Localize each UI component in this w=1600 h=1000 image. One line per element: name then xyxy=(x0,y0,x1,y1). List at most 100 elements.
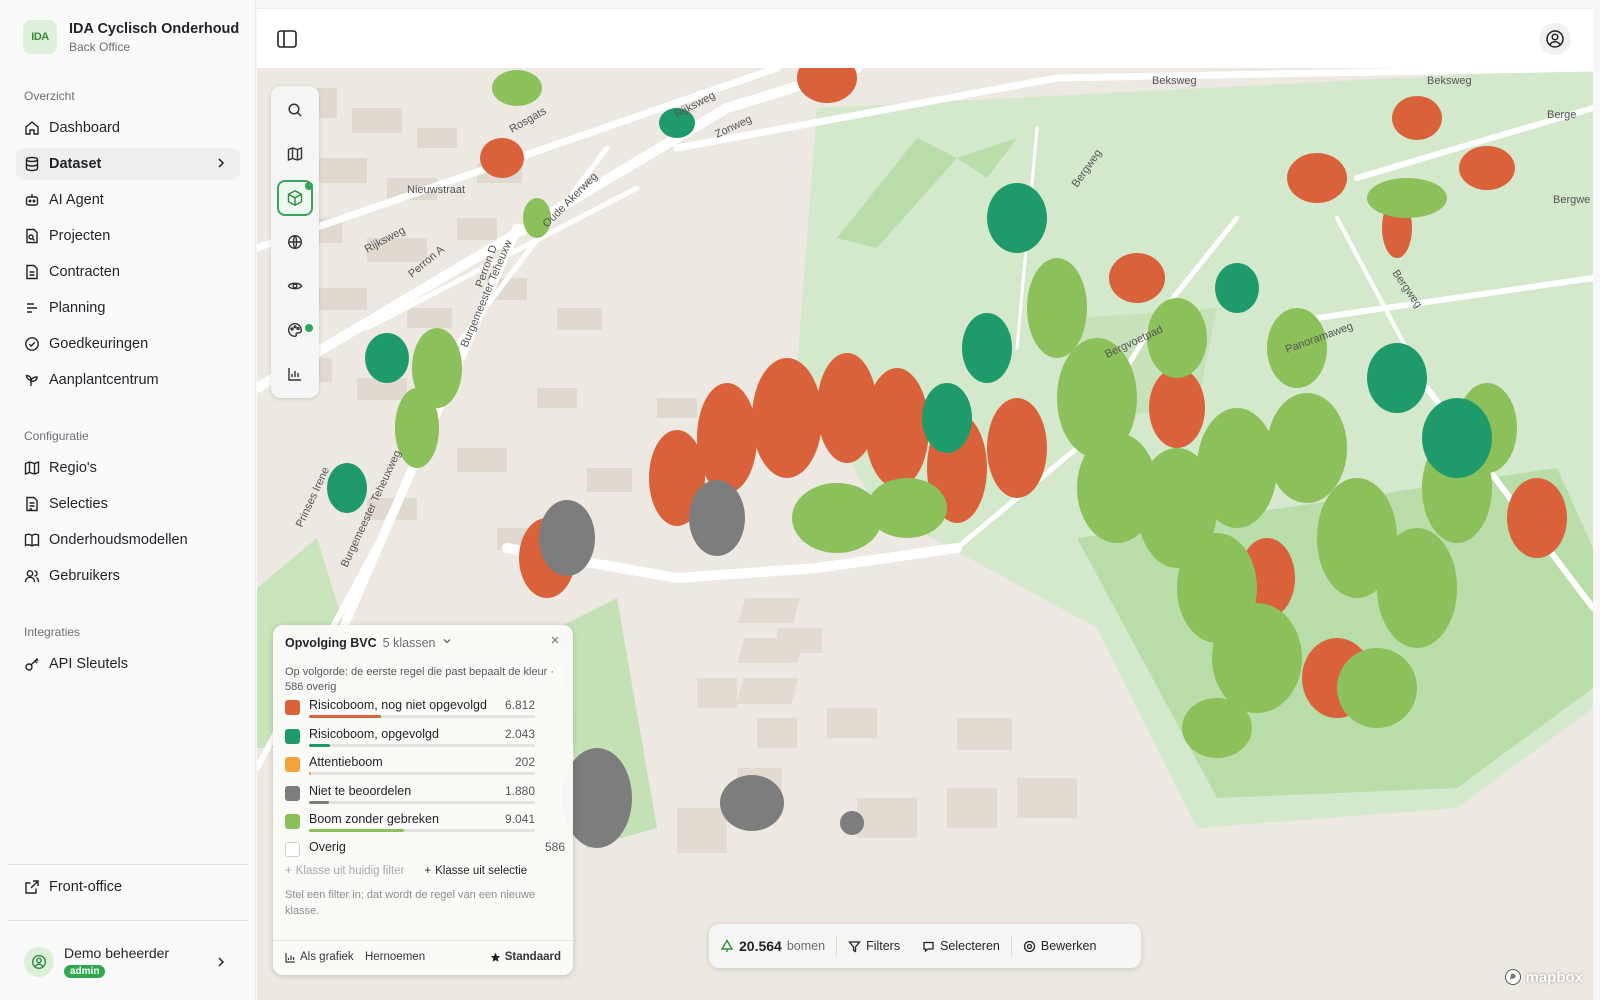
sidebar-item-planning[interactable]: Planning xyxy=(16,292,240,324)
sidebar-item-label: Dataset xyxy=(49,156,102,172)
chevron-down-icon[interactable] xyxy=(441,635,453,650)
legend-row[interactable]: Attentieboom 202 xyxy=(285,752,565,776)
legend-swatch xyxy=(285,728,300,744)
legend-bar-track xyxy=(309,715,535,718)
street-label: Berge xyxy=(1547,109,1576,121)
legend-value: 9.041 xyxy=(504,812,535,826)
add-class-from-filter-button[interactable]: + Klasse uit huidig filter xyxy=(285,865,404,877)
tree-count: 20.564 bomen xyxy=(709,934,836,958)
eye-icon[interactable] xyxy=(277,268,313,304)
sidebar-item-label: AI Agent xyxy=(49,192,104,208)
map-icon[interactable] xyxy=(277,136,313,172)
search-icon[interactable] xyxy=(277,92,313,128)
user-menu[interactable]: Demo beheerder admin xyxy=(16,938,240,986)
tree-icon xyxy=(720,939,734,952)
sidebar-item-label: Goedkeuringen xyxy=(49,336,149,352)
as-chart-button[interactable]: Als grafiek xyxy=(285,951,354,963)
legend-header[interactable]: Opvolging BVC 5 klassen xyxy=(285,635,453,650)
sidebar-item-label: Onderhoudsmodellen xyxy=(49,532,188,548)
sidebar-item-onderhoudsmodellen[interactable]: Onderhoudsmodellen xyxy=(16,524,240,556)
sidebar-divider xyxy=(8,920,248,921)
legend-bar-fill xyxy=(309,715,381,718)
legend-actions: + Klasse uit huidig filter + Klasse uit … xyxy=(285,865,527,877)
account-icon[interactable] xyxy=(1539,23,1571,55)
folder-icon xyxy=(24,228,40,244)
default-button[interactable]: Standaard xyxy=(490,951,561,963)
sidebar-item-gebruikers[interactable]: Gebruikers xyxy=(16,560,240,592)
legend-swatch xyxy=(285,842,300,857)
legend-value: 2.043 xyxy=(504,726,535,741)
globe-icon[interactable] xyxy=(277,224,313,260)
default-label: Standaard xyxy=(504,951,561,963)
chevron-right-icon xyxy=(214,955,228,974)
legend-title: Opvolging BVC xyxy=(285,635,377,650)
legend-row[interactable]: Boom zonder gebreken 9.041 xyxy=(285,809,565,833)
sidebar-item-selecties[interactable]: Selecties xyxy=(16,488,240,520)
legend-value: 1.880 xyxy=(504,783,535,798)
legend-row[interactable]: Risicoboom, opgevolgd 2.043 xyxy=(285,724,565,748)
home-icon xyxy=(24,120,40,136)
brand[interactable]: IDA IDA Cyclisch Onderhoud Back Office xyxy=(23,20,239,54)
legend-label: Boom zonder gebreken xyxy=(309,812,439,826)
plus-icon: + xyxy=(424,865,432,877)
legend-row-other[interactable]: Overig 586 xyxy=(285,837,565,861)
sidebar-item-api-sleutels[interactable]: API Sleutels xyxy=(16,648,240,680)
add-class-from-selection-button[interactable]: + Klasse uit selectie xyxy=(424,865,527,877)
users-icon xyxy=(24,568,40,584)
rename-button[interactable]: Hernoemen xyxy=(365,951,425,963)
street-label: Beksweg xyxy=(1427,75,1472,87)
tree-count-value: 20.564 xyxy=(739,938,782,954)
selection-icon xyxy=(24,496,40,512)
role-badge: admin xyxy=(64,965,106,978)
sidebar-item-label: Dashboard xyxy=(49,120,120,136)
front-office-link[interactable]: Front-office xyxy=(16,871,240,903)
close-icon[interactable]: × xyxy=(547,633,563,649)
sidebar-toggle-icon[interactable] xyxy=(275,27,299,51)
sidebar-item-ai-agent[interactable]: AI Agent xyxy=(16,184,240,216)
sidebar: IDA IDA Cyclisch Onderhoud Back Office O… xyxy=(0,0,256,1000)
select-button[interactable]: Selecteren xyxy=(911,934,1011,958)
sidebar-item-label: Planning xyxy=(49,300,106,316)
legend-bar-fill xyxy=(309,772,311,775)
sidebar-item-aanplantcentrum[interactable]: Aanplantcentrum xyxy=(16,364,240,396)
edit-label: Bewerken xyxy=(1040,939,1097,953)
sidebar-item-goedkeuringen[interactable]: Goedkeuringen xyxy=(16,328,240,360)
sidebar-item-dataset[interactable]: Dataset xyxy=(16,148,240,180)
sidebar-item-label: Selecties xyxy=(49,496,108,512)
legend-bar-fill xyxy=(309,829,404,832)
app-subtitle: Back Office xyxy=(69,39,131,54)
database-icon xyxy=(24,156,40,172)
legend-swatch xyxy=(285,814,300,829)
edit-button[interactable]: Bewerken xyxy=(1012,934,1108,958)
rename-label: Hernoemen xyxy=(365,951,426,963)
star-icon xyxy=(490,952,500,962)
add-class-from-selection-label: Klasse uit selectie xyxy=(435,865,528,877)
legend-swatch xyxy=(285,700,300,715)
sidebar-item-dashboard[interactable]: Dashboard xyxy=(16,112,240,144)
chevron-right-icon xyxy=(214,156,228,174)
section-label-integraties: Integraties xyxy=(24,625,81,639)
legend-row[interactable]: Niet te beoordelen 1.880 xyxy=(285,781,565,805)
tree-count-unit: bomen xyxy=(786,939,826,953)
check-circle-icon xyxy=(24,336,40,352)
legend-value: 202 xyxy=(514,755,535,769)
legend-class-count: 5 klassen xyxy=(382,635,436,650)
legend-row[interactable]: Risicoboom, nog niet opgevolgd 6.812 xyxy=(285,695,565,719)
legend-swatch xyxy=(285,757,300,772)
legend-label: Risicoboom, opgevolgd xyxy=(309,726,439,741)
chat-bubble-icon xyxy=(923,941,934,952)
sidebar-item-label: Aanplantcentrum xyxy=(49,372,159,388)
street-label: Bergwe xyxy=(1553,194,1590,206)
chart-icon[interactable] xyxy=(277,356,313,392)
legend-bar-track xyxy=(309,772,535,775)
filters-button[interactable]: Filters xyxy=(837,934,911,958)
sidebar-item-regios[interactable]: Regio's xyxy=(16,452,240,484)
legend-footer: Als grafiek Hernoemen Standaard xyxy=(273,940,573,975)
sidebar-item-projecten[interactable]: Projecten xyxy=(16,220,240,252)
map-toolbar xyxy=(271,86,319,398)
select-label: Selecteren xyxy=(940,939,1000,953)
mapbox-attribution[interactable]: mapbox xyxy=(1504,968,1583,986)
legend-label: Overig xyxy=(309,840,346,854)
sidebar-item-contracten[interactable]: Contracten xyxy=(16,256,240,288)
as-chart-label: Als grafiek xyxy=(300,951,354,963)
